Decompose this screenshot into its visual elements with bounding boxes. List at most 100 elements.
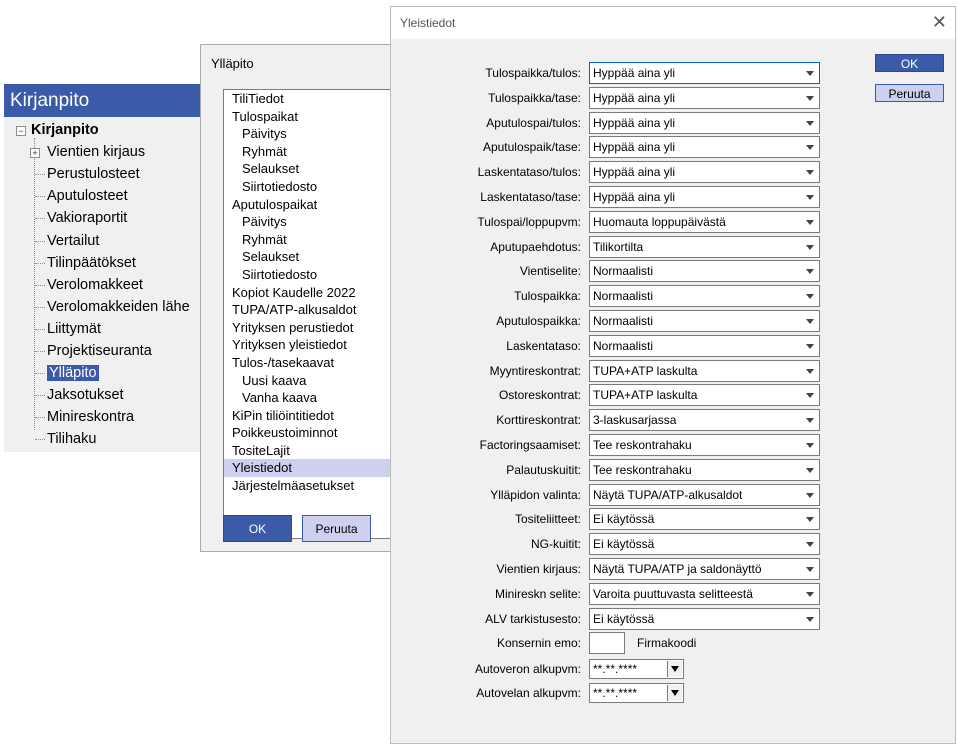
chevron-down-icon[interactable]	[806, 393, 814, 399]
tree-item[interactable]: Ylläpito	[47, 363, 99, 383]
field-select[interactable]: TUPA+ATP laskulta	[589, 384, 820, 407]
chevron-down-icon[interactable]	[806, 71, 814, 76]
chevron-down-icon[interactable]	[806, 467, 814, 473]
field-select[interactable]: Hyppää aina yli	[589, 86, 820, 109]
yllapito-list-item[interactable]: Kopiot Kaudelle 2022	[224, 284, 401, 302]
close-icon[interactable]: ✕	[932, 12, 947, 33]
collapse-icon[interactable]: −	[16, 126, 26, 136]
chevron-down-icon[interactable]	[806, 319, 814, 324]
tree-item[interactable]: Perustulosteet	[47, 164, 140, 184]
chevron-down-icon[interactable]	[806, 492, 814, 498]
autovelka-dropdown-button[interactable]	[667, 685, 682, 701]
chevron-down-icon[interactable]	[806, 145, 814, 151]
chevron-down-icon[interactable]	[806, 591, 814, 597]
field-select[interactable]: Tilikortilta	[589, 235, 820, 258]
field-select[interactable]: Normaalisti	[589, 334, 820, 357]
expand-icon[interactable]: +	[30, 148, 40, 159]
field-select[interactable]: Normaalisti	[589, 285, 820, 308]
tree-item[interactable]: Vertailut	[47, 231, 99, 251]
chevron-down-icon[interactable]	[806, 120, 814, 126]
yleistiedot-ok-button[interactable]: OK	[875, 54, 944, 72]
yllapito-list-item[interactable]: Yleistiedot	[224, 459, 401, 478]
tree-item[interactable]: Tilihaku	[47, 429, 96, 449]
tree-item[interactable]: Minireskontra	[47, 407, 134, 427]
chevron-down-icon[interactable]	[806, 269, 814, 275]
yllapito-list[interactable]: TiliTiedot Tulospaikat Päivitys Ryhmät Selau…	[223, 89, 401, 539]
yllapito-ok-button[interactable]: OK	[223, 515, 292, 542]
chevron-down-icon[interactable]	[806, 244, 814, 250]
field-select[interactable]: Hyppää aina yli	[589, 62, 820, 84]
field-select-value: Hyppää aina yli	[593, 165, 676, 180]
field-select[interactable]: Huomauta loppupäivästä	[589, 210, 820, 233]
chevron-down-icon[interactable]	[806, 95, 814, 101]
chevron-down-icon[interactable]	[806, 443, 814, 448]
field-select-value: TUPA+ATP laskulta	[593, 363, 698, 378]
tree-item[interactable]: Jaksotukset	[47, 385, 124, 405]
field-select[interactable]: Hyppää aina yli	[589, 136, 820, 159]
yllapito-list-item[interactable]: TiliTiedot	[224, 90, 401, 108]
field-select[interactable]: Ei käytössä	[589, 508, 820, 531]
field-select[interactable]: Tee reskontrahaku	[589, 434, 820, 456]
yllapito-list-item[interactable]: Ryhmät	[224, 231, 401, 249]
tree-item[interactable]: Verolomakkeiden lähe	[47, 297, 190, 317]
chevron-down-icon[interactable]	[806, 170, 814, 176]
chevron-down-icon[interactable]	[806, 517, 814, 523]
tree-item[interactable]: Vakioraportit	[47, 208, 127, 228]
yllapito-list-item[interactable]: TUPA/ATP-alkusaldot	[224, 301, 401, 319]
tree-root[interactable]: Kirjanpito	[31, 120, 99, 140]
field-select[interactable]: Ei käytössä	[589, 533, 820, 556]
yllapito-list-item[interactable]: Yrityksen yleistiedot	[224, 336, 401, 354]
yllapito-cancel-button[interactable]: Peruuta	[302, 515, 371, 542]
chevron-down-icon[interactable]	[806, 567, 814, 572]
chevron-down-icon[interactable]	[806, 616, 814, 622]
field-select[interactable]: Normaalisti	[589, 310, 820, 332]
tree-item[interactable]: Aputulosteet	[47, 186, 128, 206]
field-select[interactable]: 3-laskusarjassa	[589, 409, 820, 432]
yllapito-list-item[interactable]: Yrityksen perustiedot	[224, 319, 401, 337]
konserni-input[interactable]	[589, 632, 625, 654]
yllapito-list-item[interactable]: Uusi kaava	[224, 372, 401, 390]
tree-item[interactable]: Projektiseuranta	[47, 341, 152, 361]
yllapito-list-item[interactable]: Tulos-/tasekaavat	[224, 354, 401, 372]
field-select[interactable]: Näytä TUPA/ATP-alkusaldot	[589, 483, 820, 506]
chevron-down-icon[interactable]	[806, 219, 814, 225]
yllapito-list-item[interactable]: KiPin tiliöintitiedot	[224, 407, 401, 425]
yllapito-list-item[interactable]: TositeLajit	[224, 442, 401, 460]
field-select[interactable]: Varoita puuttuvasta selitteestä	[589, 582, 820, 605]
chevron-down-icon[interactable]	[806, 343, 814, 349]
field-row: Laskentataso:	[391, 335, 581, 357]
yllapito-list-item[interactable]: Aputulospaikat	[224, 196, 401, 214]
yllapito-list-item[interactable]: Poikkeustoiminnot	[224, 424, 401, 442]
yllapito-list-item[interactable]: Selaukset	[224, 160, 401, 178]
field-select[interactable]: Näytä TUPA/ATP ja saldonäyttö	[589, 558, 820, 580]
yleistiedot-cancel-button[interactable]: Peruuta	[875, 84, 944, 102]
yllapito-list-item[interactable]: Järjestelmäasetukset	[224, 477, 401, 495]
yllapito-list-item[interactable]: Siirtotiedosto	[224, 266, 401, 284]
field-select[interactable]: Ei käytössä	[589, 607, 820, 630]
chevron-down-icon[interactable]	[806, 418, 814, 424]
chevron-down-icon[interactable]	[806, 195, 814, 200]
autovero-date-input[interactable]: **.**.****	[589, 659, 684, 679]
yllapito-list-item[interactable]: Päivitys	[224, 125, 401, 143]
tree-item[interactable]: Vientien kirjaus	[47, 142, 145, 162]
yllapito-list-item[interactable]: Selaukset	[224, 248, 401, 266]
chevron-down-icon[interactable]	[806, 542, 814, 548]
autovero-dropdown-button[interactable]	[667, 661, 682, 677]
tree-item[interactable]: Liittymät	[47, 319, 101, 339]
field-select[interactable]: Hyppää aina yli	[589, 161, 820, 184]
field-select[interactable]: TUPA+ATP laskulta	[589, 359, 820, 382]
field-select[interactable]: Tee reskontrahaku	[589, 458, 820, 481]
yllapito-list-item[interactable]: Vanha kaava	[224, 389, 401, 407]
yllapito-list-item[interactable]: Tulospaikat	[224, 108, 401, 126]
chevron-down-icon[interactable]	[806, 294, 814, 300]
field-select[interactable]: Hyppää aina yli	[589, 111, 820, 134]
chevron-down-icon[interactable]	[806, 368, 814, 374]
yllapito-list-item[interactable]: Päivitys	[224, 213, 401, 231]
tree-item[interactable]: Tilinpäätökset	[47, 253, 136, 273]
autovelka-date-input[interactable]: **.**.****	[589, 683, 684, 703]
yllapito-list-item[interactable]: Siirtotiedosto	[224, 178, 401, 196]
field-select[interactable]: Hyppää aina yli	[589, 186, 820, 208]
yllapito-list-item[interactable]: Ryhmät	[224, 143, 401, 161]
field-select[interactable]: Normaalisti	[589, 260, 820, 283]
tree-item[interactable]: Verolomakkeet	[47, 275, 143, 295]
